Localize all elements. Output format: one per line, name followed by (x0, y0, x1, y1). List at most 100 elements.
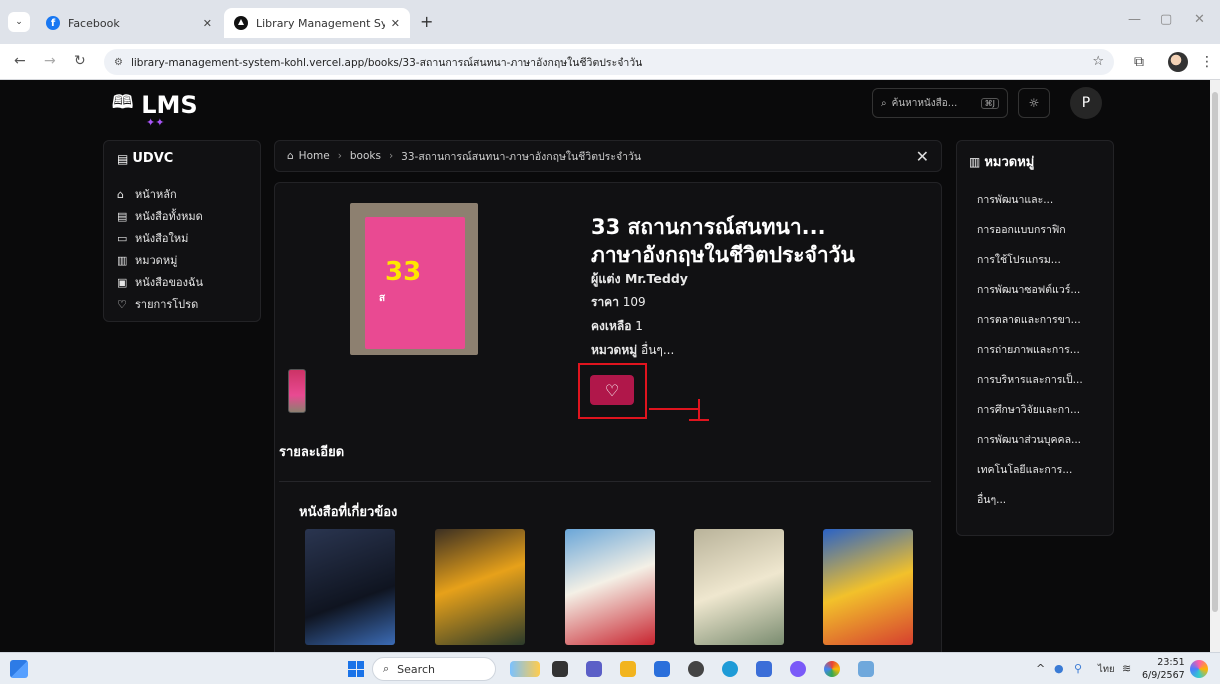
related-book-cover[interactable] (565, 529, 655, 645)
theme-toggle-button[interactable]: ☼ (1018, 88, 1050, 118)
cover-number-graphic: 33 (385, 257, 422, 287)
teams-icon[interactable] (586, 661, 602, 677)
price-label: ราคา (591, 295, 619, 309)
category-item[interactable]: การตลาดและการขา... (969, 304, 1101, 334)
tray-chevron-up-icon[interactable]: ^ (1036, 662, 1045, 675)
sidebar-item-favorites[interactable]: ♡ รายการโปรด (117, 293, 247, 315)
microphone-icon[interactable]: ⚲ (1074, 662, 1082, 675)
address-bar: ← → ↻ ⚙ library-management-system-kohl.v… (0, 44, 1220, 80)
tab-search-chevron-icon[interactable]: ⌄ (8, 12, 30, 32)
category-item[interactable]: การพัฒนาส่วนบุคคล... (969, 424, 1101, 454)
chrome-icon[interactable] (824, 661, 840, 677)
close-icon[interactable]: ✕ (391, 17, 400, 30)
new-book-icon: ▭ (117, 231, 128, 245)
book-category: หมวดหมู่ อื่นๆ... (591, 341, 674, 360)
breadcrumb: ⌂ Home › books › 33-สถานการณ์สนทนา-ภาษาอ… (274, 140, 942, 172)
book-cover-artwork: 33 ส (365, 217, 465, 349)
breadcrumb-books[interactable]: books (350, 150, 381, 162)
home-icon: ⌂ (117, 187, 124, 201)
widgets-icon[interactable] (10, 660, 28, 678)
breadcrumb-current: 33-สถานการณ์สนทนา-ภาษาอังกฤษในชีวิตประจำ… (401, 150, 642, 163)
related-books-heading: หนังสือที่เกี่ยวข้อง (299, 505, 398, 520)
category-label: หมวดหมู่ (591, 343, 638, 357)
tab-label: Facebook (68, 16, 120, 30)
browser-tab-bar: ⌄ f Facebook ✕ Library Management System… (0, 0, 1220, 44)
forward-icon[interactable]: → (44, 53, 56, 69)
related-book-cover[interactable] (694, 529, 784, 645)
system-clock[interactable]: 23:51 6/9/2567 (1142, 656, 1185, 682)
details-heading: รายละเอียด (279, 445, 345, 460)
category-item[interactable]: เทคโนโลยีและการ... (969, 454, 1101, 484)
store-icon[interactable] (654, 661, 670, 677)
file-explorer-icon[interactable] (620, 661, 636, 677)
start-button-icon[interactable] (348, 661, 364, 677)
book-title-line-1: 33 สถานการณ์สนทนา... (591, 215, 826, 239)
window-close-icon[interactable]: ✕ (1194, 12, 1205, 27)
related-book-cover[interactable] (435, 529, 525, 645)
app-icon[interactable] (756, 661, 772, 677)
sidebar-item-categories[interactable]: ▥ หมวดหมู่ (117, 249, 247, 271)
language-indicator[interactable]: ไทย (1098, 662, 1115, 677)
reload-icon[interactable]: ↻ (74, 53, 86, 69)
book-thumbnail[interactable] (288, 369, 306, 413)
home-icon: ⌂ (287, 150, 294, 162)
bookmark-star-icon[interactable]: ☆ (1092, 54, 1104, 69)
categories-title: ▥ หมวดหมู่ (969, 151, 1101, 172)
taskbar-search-box[interactable]: ⌕ Search (372, 657, 496, 681)
close-icon[interactable]: ✕ (916, 147, 929, 166)
minimize-icon[interactable]: — (1128, 12, 1141, 27)
book-price: ราคา 109 (591, 293, 646, 312)
tab-facebook[interactable]: f Facebook ✕ (36, 8, 222, 38)
categories-panel: ▥ หมวดหมู่ การพัฒนาและ... การออกแบบกราฟิ… (956, 140, 1114, 536)
site-info-icon[interactable]: ⚙ (114, 57, 123, 68)
category-item[interactable]: การบริหารและการเป็... (969, 364, 1101, 394)
copilot-app-icon[interactable] (790, 661, 806, 677)
tray-app-icon[interactable]: ● (1054, 662, 1064, 675)
browser-menu-icon[interactable]: ⋮ (1200, 54, 1214, 70)
author-label: ผู้แต่ง (591, 271, 621, 286)
category-item[interactable]: อื่นๆ... (969, 484, 1101, 514)
category-item[interactable]: การศึกษาวิจัยและกา... (969, 394, 1101, 424)
browser-profile-avatar[interactable] (1168, 52, 1188, 72)
price-value: 109 (622, 295, 646, 309)
close-icon[interactable]: ✕ (203, 17, 212, 30)
wifi-icon[interactable]: ≋ (1122, 662, 1131, 675)
sidebar-item-new-books[interactable]: ▭ หนังสือใหม่ (117, 227, 247, 249)
news-widget-icon[interactable] (510, 661, 540, 677)
annotation-arrow-line (649, 408, 699, 410)
search-books-button[interactable]: ⌕ ค้นหาหนังสือ... ⌘J (872, 88, 1008, 118)
category-item[interactable]: การใช้โปรแกรม... (969, 244, 1101, 274)
back-icon[interactable]: ← (14, 53, 26, 69)
copilot-icon[interactable] (1190, 660, 1208, 678)
scrollbar-thumb[interactable] (1212, 92, 1218, 612)
book-icon: ▤ (117, 151, 129, 166)
app-icon[interactable] (688, 661, 704, 677)
sidebar-item-label: หมวดหมู่ (135, 254, 178, 267)
breadcrumb-home[interactable]: Home (299, 150, 330, 162)
category-item[interactable]: การถ่ายภาพและการ... (969, 334, 1101, 364)
sidebar: ▤ UDVC ⌂ หน้าหลัก ▤ หนังสือทั้งหมด ▭ หนั… (103, 140, 261, 322)
tab-library-management-system[interactable]: Library Management System ✕ (224, 8, 410, 38)
task-view-icon[interactable] (552, 661, 568, 677)
edge-icon[interactable] (722, 661, 738, 677)
restore-icon[interactable]: ▢ (1160, 12, 1172, 27)
sidebar-item-home[interactable]: ⌂ หน้าหลัก (117, 183, 247, 205)
search-icon: ⌕ (881, 97, 887, 109)
page-scrollbar[interactable] (1210, 80, 1220, 652)
new-tab-button[interactable]: + (420, 12, 433, 31)
url-input[interactable]: ⚙ library-management-system-kohl.vercel.… (104, 49, 1114, 75)
category-item[interactable]: การออกแบบกราฟิก (969, 214, 1101, 244)
sidebar-item-my-books[interactable]: ▣ หนังสือของฉัน (117, 271, 247, 293)
related-book-cover[interactable] (823, 529, 913, 645)
sidebar-item-all-books[interactable]: ▤ หนังสือทั้งหมด (117, 205, 247, 227)
extensions-icon[interactable]: ⧉ (1134, 54, 1144, 70)
user-avatar[interactable]: P (1070, 87, 1102, 119)
heart-icon: ♡ (117, 297, 127, 311)
divider (279, 481, 931, 482)
related-book-cover[interactable] (305, 529, 395, 645)
lms-logo[interactable]: 🕮 LMS ✦✦ (112, 90, 198, 129)
app-icon[interactable] (858, 661, 874, 677)
url-text: library-management-system-kohl.vercel.ap… (130, 56, 643, 69)
category-item[interactable]: การพัฒนาซอฟต์แวร์... (969, 274, 1101, 304)
category-item[interactable]: การพัฒนาและ... (969, 184, 1101, 214)
